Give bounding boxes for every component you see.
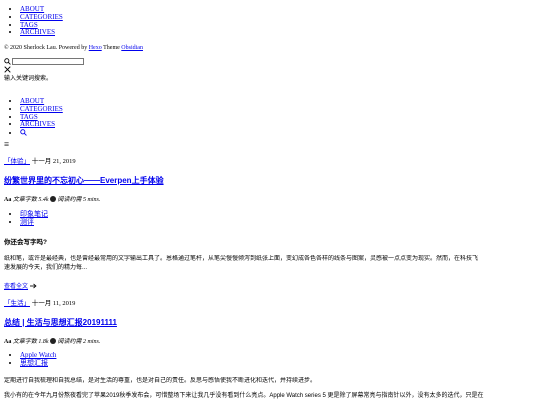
hamburger-icon[interactable]: ≡: [4, 140, 9, 149]
nav-link-categories[interactable]: CATEGORIES: [20, 13, 63, 21]
post-2-title-row: 总结 | 生活与思想汇报20191111: [4, 319, 117, 327]
menu-nav-item-search[interactable]: [20, 129, 63, 139]
footer-theme-word: Theme: [103, 45, 120, 51]
clock-icon: [50, 196, 57, 202]
post-2-date: 十一月 11, 2019: [31, 300, 76, 307]
post-1-read-more-row: 查看全文: [4, 283, 37, 292]
post-2-read-label: 阅读约需: [57, 339, 82, 345]
post-1-category[interactable]: 「体验」: [4, 158, 30, 165]
post-1-tag-link[interactable]: 测评: [20, 218, 34, 226]
post-1-title-row: 纷繁世界里的不忘初心——Everpen上手体验: [4, 177, 164, 185]
post-1-read-more-link[interactable]: 查看全文: [4, 284, 28, 290]
post-1-title[interactable]: 纷繁世界里的不忘初心——Everpen上手体验: [4, 176, 164, 185]
post-1-word-label: 文章字数: [12, 197, 37, 203]
post-1-excerpt-line: 速发展的今天，我们的精力每...: [4, 265, 88, 271]
post-1-read-time: 5 mins.: [83, 197, 101, 203]
nav-link-tags[interactable]: TAGS: [20, 21, 38, 29]
post-2-header: 「生活」 十一月 11, 2019: [4, 299, 75, 308]
post-2-read-time: 2 mins.: [83, 339, 101, 345]
post-2-tags: Apple Watch 思想汇报: [8, 351, 56, 368]
footer-credit: © 2020 Sherlock Lau. Powered by Hexo The…: [4, 44, 143, 52]
post-2-excerpt-line: 定期进行自我梳理和自我总结，是对生活的尊重，也是对自己的责任。反思与感悟使我不断…: [4, 378, 317, 384]
menu-search-icon[interactable]: [20, 129, 27, 139]
post-2-tag-link[interactable]: Apple Watch: [20, 351, 56, 359]
post-2-tag-link[interactable]: 思想汇报: [20, 359, 48, 367]
post-1-tag-item[interactable]: 测评: [20, 218, 48, 227]
post-2-title[interactable]: 总结 | 生活与思想汇报20191111: [4, 318, 117, 327]
footer-copyright: © 2020 Sherlock Lau. Powered by: [4, 45, 88, 51]
post-1-tags: 印象笔记 测评: [8, 210, 48, 227]
font-size-icon: Aa: [4, 339, 12, 345]
top-nav-item-archives[interactable]: ARCHIVES: [20, 28, 63, 37]
menu-link-about[interactable]: ABOUT: [20, 97, 44, 105]
obsidian-link[interactable]: Obsidian: [121, 45, 143, 51]
post-1-excerpt: 纸和笔，或许是最经典，也是曾经最常用的文字输出工具了。恩格通过笔杆，从笔尖慢慢倾…: [4, 255, 538, 273]
arrow-right-icon[interactable]: [29, 283, 37, 292]
search-hint: 输入关键词搜索。: [4, 76, 53, 82]
post-1-excerpt-line: 纸和笔，或许是最经典，也是曾经最常用的文字输出工具了。恩格通过笔杆，从笔尖慢慢倾…: [4, 256, 479, 262]
font-size-icon: Aa: [4, 197, 12, 203]
menu-link-categories[interactable]: CATEGORIES: [20, 105, 63, 113]
close-icon[interactable]: [4, 66, 11, 75]
post-1-word-count: 5.4k: [38, 197, 49, 203]
post-1-tag-link[interactable]: 印象笔记: [20, 210, 48, 218]
hexo-link[interactable]: Hexo: [89, 45, 102, 51]
post-2-excerpt-line: 我小有的在今年九月份熬夜看完了苹果2019秋季发布会，可惜整场下来让我几乎没有看…: [4, 393, 484, 399]
clock-icon: [50, 338, 57, 344]
nav-link-archives[interactable]: ARCHIVES: [20, 28, 55, 36]
post-2-category[interactable]: 「生活」: [4, 300, 30, 307]
post-2-word-count: 1.8k: [38, 339, 49, 345]
post-2-meta: Aa 文章字数 1.8k 阅读约需 2 mins.: [4, 338, 100, 346]
post-1-date: 十一月 21, 2019: [31, 158, 76, 165]
post-2-tag-item[interactable]: 思想汇报: [20, 359, 56, 368]
post-1-meta: Aa 文章字数 5.4k 阅读约需 5 mins.: [4, 196, 100, 204]
post-1-header: 「体验」 十一月 21, 2019: [4, 157, 76, 166]
menu-nav: ABOUT CATEGORIES TAGS ARCHIVES: [8, 97, 63, 139]
nav-link-about[interactable]: ABOUT: [20, 5, 44, 13]
menu-link-archives[interactable]: ARCHIVES: [20, 120, 55, 128]
menu-link-tags[interactable]: TAGS: [20, 113, 38, 121]
menu-nav-item-archives[interactable]: ARCHIVES: [20, 120, 63, 129]
search-input[interactable]: [12, 58, 84, 65]
post-2-word-label: 文章字数: [12, 339, 37, 345]
post-2-excerpt: 定期进行自我梳理和自我总结，是对生活的尊重，也是对自己的责任。反思与感悟使我不断…: [4, 377, 538, 401]
post-1-heading: 你还会写字吗?: [4, 239, 47, 246]
post-1-read-label: 阅读约需: [57, 197, 82, 203]
top-nav: ABOUT CATEGORIES TAGS ARCHIVES: [8, 5, 63, 37]
